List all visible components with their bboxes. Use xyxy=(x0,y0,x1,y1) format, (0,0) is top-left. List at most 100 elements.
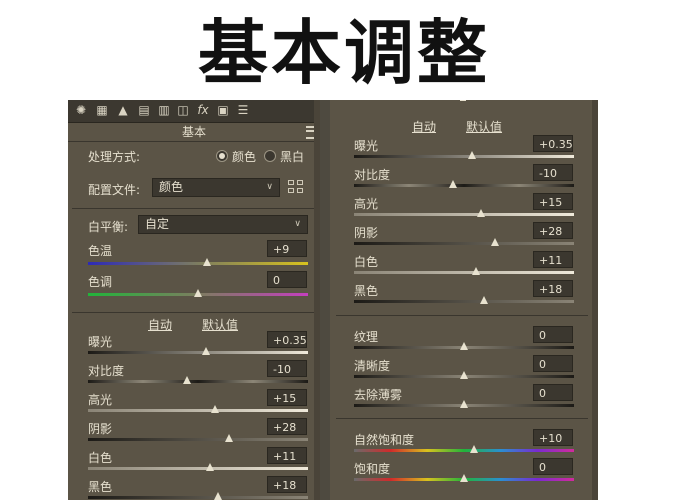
panel-toolbar: ✺ ▦ ▲ ▤ ▥ ◫ fx ▣ ☰ xyxy=(68,100,320,123)
slider-value[interactable]: +15 xyxy=(267,389,307,406)
right-panel: 自动 默认值 曝光 +0.35 对比度 -10 高光 +15 阴影 +28 白色 +11 黑色 +18… xyxy=(330,100,598,500)
radio-color[interactable] xyxy=(216,150,228,162)
lens-icon[interactable]: ◫ xyxy=(176,103,190,118)
tint-slider-thumb[interactable] xyxy=(194,289,202,297)
slider-label: 白色 xyxy=(88,451,113,465)
slider-label: 自然饱和度 xyxy=(354,433,415,447)
section-title: 基本 xyxy=(181,125,206,139)
calibration-icon[interactable]: ▣ xyxy=(216,103,230,118)
temperature-slider[interactable] xyxy=(88,262,308,265)
default-button[interactable]: 默认值 xyxy=(202,316,238,333)
slider-track[interactable] xyxy=(354,213,574,216)
slider-thumb[interactable] xyxy=(224,434,233,442)
grid-icon[interactable]: ▦ xyxy=(95,103,109,118)
divider xyxy=(72,208,316,209)
tint-label: 色调 xyxy=(88,275,113,289)
slider-value[interactable]: +28 xyxy=(267,418,307,435)
slider-track[interactable] xyxy=(354,449,574,452)
divider xyxy=(336,315,588,316)
slider-thumb[interactable] xyxy=(479,296,488,304)
slider-track[interactable] xyxy=(88,496,308,499)
aperture-icon[interactable]: ✺ xyxy=(74,103,88,118)
slider-label: 对比度 xyxy=(88,364,125,378)
mountain-icon[interactable]: ▲ xyxy=(116,103,130,118)
fx-icon[interactable]: fx xyxy=(196,103,210,118)
slider-value[interactable]: +18 xyxy=(533,280,573,297)
white-balance-label: 白平衡: xyxy=(88,220,129,234)
slider-value[interactable]: +28 xyxy=(533,222,573,239)
slider-track[interactable] xyxy=(88,409,308,412)
tint-value[interactable]: 0 xyxy=(267,271,307,288)
slider-value[interactable]: 0 xyxy=(533,326,573,343)
slider-value[interactable]: +10 xyxy=(533,429,573,446)
profile-value: 颜色 xyxy=(159,180,184,194)
split-icon[interactable]: ▤ xyxy=(137,103,151,118)
slider-track[interactable] xyxy=(88,438,308,441)
white-balance-select[interactable]: 自定 ∨ xyxy=(138,215,308,234)
scroll-handle-icon[interactable] xyxy=(460,100,466,101)
slider-value[interactable]: +11 xyxy=(533,251,573,268)
slider-label: 黑色 xyxy=(88,480,113,494)
slider-thumb[interactable] xyxy=(476,209,485,217)
sliders-icon[interactable]: ☰ xyxy=(236,103,250,118)
radio-color-label: 颜色 xyxy=(232,150,257,164)
slider-value[interactable]: -10 xyxy=(533,164,573,181)
slider-value[interactable]: 0 xyxy=(533,384,573,401)
slider-thumb[interactable] xyxy=(210,405,219,413)
slider-thumb[interactable] xyxy=(213,492,222,500)
slider-thumb[interactable] xyxy=(449,180,457,188)
slider-track[interactable] xyxy=(88,467,308,470)
slider-thumb[interactable] xyxy=(490,238,499,246)
slider-thumb[interactable] xyxy=(467,151,476,159)
slider-track[interactable] xyxy=(88,351,308,354)
temperature-slider-thumb[interactable] xyxy=(202,258,211,266)
slider-label: 高光 xyxy=(354,197,379,211)
slider-value[interactable]: +11 xyxy=(267,447,307,464)
slider-thumb[interactable] xyxy=(469,445,478,453)
slider-thumb[interactable] xyxy=(206,463,215,471)
slider-value[interactable]: +15 xyxy=(533,193,573,210)
slider-value[interactable]: -10 xyxy=(267,360,307,377)
section-header: 基本 xyxy=(68,123,320,142)
scrollbar[interactable] xyxy=(314,100,320,500)
default-button[interactable]: 默认值 xyxy=(466,118,502,135)
slider-value[interactable]: +0.35 xyxy=(267,331,307,348)
slider-label: 曝光 xyxy=(354,139,379,153)
profile-select[interactable]: 颜色 ∨ xyxy=(152,178,280,197)
hsl-icon[interactable]: ▥ xyxy=(157,103,171,118)
slider-label: 对比度 xyxy=(354,168,391,182)
slider-label: 曝光 xyxy=(88,335,113,349)
temperature-label: 色温 xyxy=(88,244,113,258)
slider-label: 清晰度 xyxy=(354,359,391,373)
radio-bw-label: 黑白 xyxy=(280,150,305,164)
temperature-value[interactable]: +9 xyxy=(267,240,307,257)
slider-value[interactable]: 0 xyxy=(533,355,573,372)
slider-value[interactable]: +0.35 xyxy=(533,135,573,152)
slider-track[interactable] xyxy=(354,271,574,274)
slider-label: 饱和度 xyxy=(354,462,391,476)
slider-thumb[interactable] xyxy=(201,347,210,355)
slider-track[interactable] xyxy=(354,300,574,303)
slider-value[interactable]: +18 xyxy=(267,476,307,493)
slider-thumb[interactable] xyxy=(183,376,191,384)
chevron-down-icon: ∨ xyxy=(294,219,301,229)
slider-track[interactable] xyxy=(354,155,574,158)
slider-track[interactable] xyxy=(88,380,308,383)
slider-value[interactable]: 0 xyxy=(533,458,573,475)
profile-browser-icon[interactable] xyxy=(288,180,304,194)
slider-label: 白色 xyxy=(354,255,379,269)
slider-thumb[interactable] xyxy=(460,371,468,379)
slider-thumb[interactable] xyxy=(460,400,468,408)
radio-bw[interactable] xyxy=(264,150,276,162)
slider-thumb[interactable] xyxy=(460,474,468,482)
scrollbar[interactable] xyxy=(592,100,598,500)
slider-thumb[interactable] xyxy=(460,342,468,350)
slider-thumb[interactable] xyxy=(472,267,481,275)
chevron-down-icon: ∨ xyxy=(266,182,273,192)
auto-button[interactable]: 自动 xyxy=(412,118,436,135)
white-balance-value: 自定 xyxy=(145,217,170,231)
slider-track[interactable] xyxy=(354,242,574,245)
auto-button[interactable]: 自动 xyxy=(148,316,172,333)
slider-track[interactable] xyxy=(354,184,574,187)
slider-label: 去除薄雾 xyxy=(354,388,403,402)
